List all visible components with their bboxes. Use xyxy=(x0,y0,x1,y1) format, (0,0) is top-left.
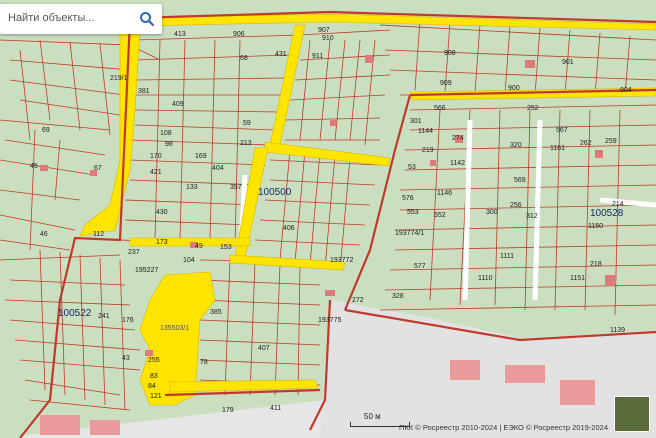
parcel-label-193772: 193772 xyxy=(330,257,353,264)
search-input[interactable]: Найти объекты... xyxy=(8,12,95,24)
parcel-number: 49 xyxy=(195,243,203,250)
parcel-number: 256 xyxy=(510,202,522,209)
parcel-number: 911 xyxy=(312,53,323,60)
parcel-label-135503: 135503/1 xyxy=(160,325,189,332)
parcel-number: 213 xyxy=(240,140,252,147)
parcel-number: 69 xyxy=(42,127,50,134)
parcel-number: 300 xyxy=(486,209,498,216)
parcel-number: 320 xyxy=(510,142,522,149)
parcel-number: 68 xyxy=(240,55,248,62)
parcel-number: 78 xyxy=(200,359,208,366)
layers-minimap-icon[interactable] xyxy=(614,396,650,432)
parcel-number: 170 xyxy=(150,153,162,160)
parcel-number: 577 xyxy=(414,263,426,270)
parcel-number: 153 xyxy=(220,244,232,251)
parcel-number: 404 xyxy=(212,165,224,172)
scale-label: 50 м xyxy=(364,412,381,421)
quarter-label-100528: 100528 xyxy=(590,208,624,219)
parcel-number: 910 xyxy=(322,35,334,42)
parcel-number: 84 xyxy=(148,383,156,390)
parcel-number: 907 xyxy=(318,27,330,34)
search-box[interactable]: Найти объекты... xyxy=(0,4,162,34)
parcel-number: 241 xyxy=(98,313,110,320)
parcel-number: 67 xyxy=(94,165,102,172)
parcel-number: 83 xyxy=(150,373,158,380)
quarter-label-100500: 100500 xyxy=(258,187,292,198)
parcel-number: 553 xyxy=(407,209,419,216)
parcel-number: 176 xyxy=(122,317,134,324)
parcel-number: 908 xyxy=(444,50,456,57)
parcel-number: 112 xyxy=(93,231,104,238)
parcel-number: 1139 xyxy=(610,327,625,334)
parcel-label-195227: 195227 xyxy=(135,267,158,274)
parcel-number: 328 xyxy=(392,293,404,300)
parcel-number: 576 xyxy=(402,195,414,202)
parcel-label-193775: 193775 xyxy=(318,317,341,324)
parcel-number: 1161 xyxy=(550,145,565,152)
parcel-number: 567 xyxy=(556,127,568,134)
parcel-number: 301 xyxy=(410,118,422,125)
quarter-label-100522: 100522 xyxy=(58,308,92,319)
search-icon[interactable] xyxy=(138,10,156,28)
parcel-number: 104 xyxy=(183,257,195,264)
parcel-number: 262 xyxy=(580,140,592,147)
parcel-number: 169 xyxy=(195,153,207,160)
parcel-number: 1111 xyxy=(500,253,514,260)
parcel-number: 219 xyxy=(422,147,434,154)
parcel-number: 1110 xyxy=(478,275,493,282)
parcel-number: 173 xyxy=(156,239,168,246)
parcel-number: 53 xyxy=(408,164,416,171)
parcel-number: 133 xyxy=(186,184,198,191)
parcel-number: 1151 xyxy=(570,275,585,282)
parcel-number: 413 xyxy=(174,31,186,38)
parcel-number: 904 xyxy=(620,87,632,94)
map-attribution: ПКК © Росреестр 2010-2024 | ЕЭКО © Росре… xyxy=(399,423,608,432)
parcel-number: 43 xyxy=(122,355,130,362)
parcel-number: 552 xyxy=(434,212,446,219)
parcel-number: 385 xyxy=(210,309,222,316)
parcel-number: 900 xyxy=(508,85,520,92)
parcel-number: 1146 xyxy=(437,190,452,197)
parcel-number: 108 xyxy=(160,130,172,137)
parcel-number: 901 xyxy=(562,59,574,66)
parcel-number: 431 xyxy=(275,51,287,58)
parcel-number: 1142 xyxy=(450,160,465,167)
parcel-number: 411 xyxy=(270,405,281,412)
parcel-number: 274 xyxy=(452,135,464,142)
parcel-number: 252 xyxy=(527,105,539,112)
parcel-number: 569 xyxy=(514,177,526,184)
parcel-number: 179 xyxy=(222,407,234,414)
parcel-number: 421 xyxy=(150,169,162,176)
parcel-number: 1150 xyxy=(588,223,603,230)
parcel-number: 430 xyxy=(156,209,168,216)
parcel-number: 46 xyxy=(40,231,48,238)
cadastral-map[interactable]: 100500 100528 100522 193772 193774/1 193… xyxy=(0,0,656,438)
parcel-number: 218 xyxy=(590,261,602,268)
parcel-number: 407 xyxy=(258,345,270,352)
parcel-number: 237 xyxy=(128,249,140,256)
parcel-number: 906 xyxy=(233,31,245,38)
parcel-number: 59 xyxy=(243,120,251,127)
parcel-number: 45 xyxy=(30,163,38,170)
parcel-number: 272 xyxy=(352,297,364,304)
parcel-number: 1144 xyxy=(418,128,433,135)
parcel-number: 255 xyxy=(148,357,160,364)
parcel-number: 312 xyxy=(526,213,538,220)
parcel-number: 259 xyxy=(605,138,617,145)
parcel-number: 406 xyxy=(283,225,295,232)
parcel-label-193774: 193774/1 xyxy=(395,230,424,237)
parcel-number: 121 xyxy=(150,393,162,400)
parcel-number: 566 xyxy=(434,105,446,112)
parcel-number: 909 xyxy=(440,80,452,87)
parcel-number: 214 xyxy=(612,201,624,208)
parcel-number: 98 xyxy=(165,141,173,148)
parcel-number: 409 xyxy=(172,101,184,108)
parcel-number: 357 xyxy=(230,184,242,191)
parcel-number: 381 xyxy=(138,88,150,95)
parcel-number: 219/1 xyxy=(110,75,128,82)
